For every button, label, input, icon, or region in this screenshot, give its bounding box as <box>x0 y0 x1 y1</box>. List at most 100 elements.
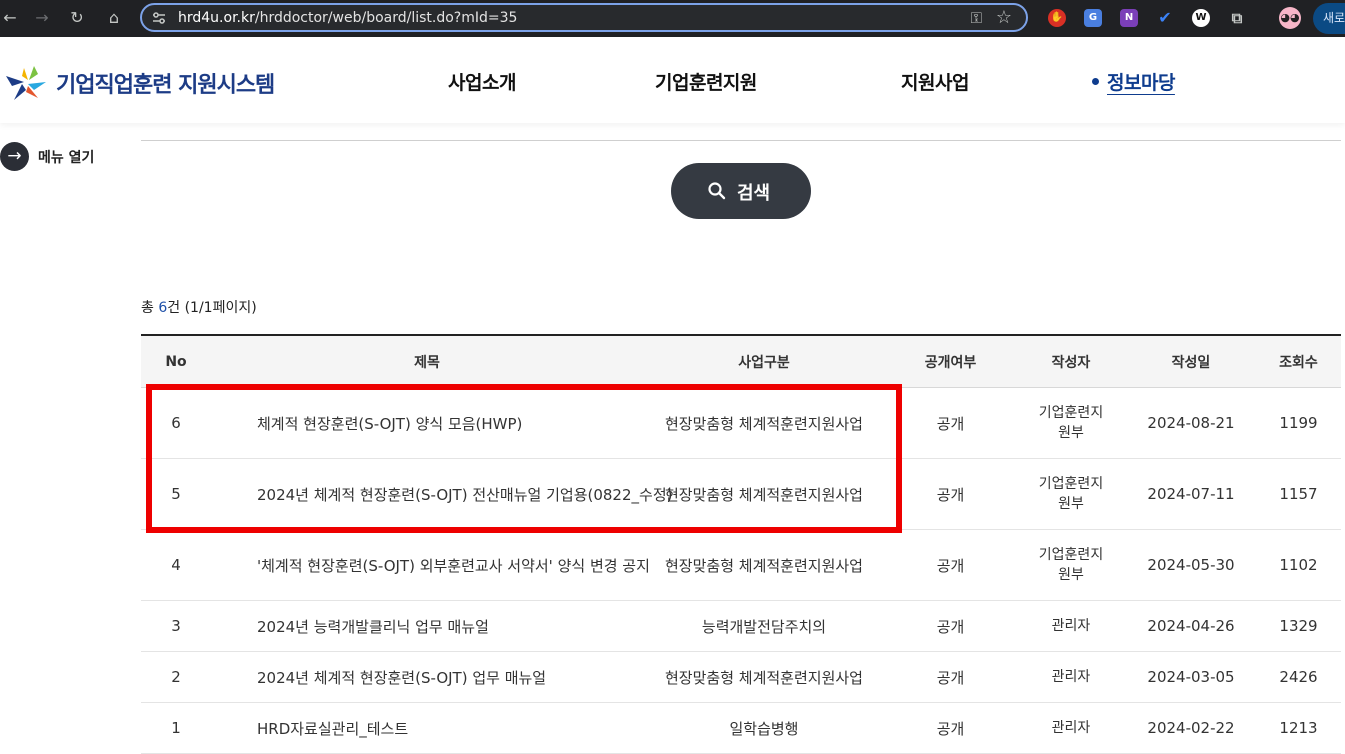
row-writer-line2: 원부 <box>1058 567 1084 583</box>
table-row[interactable]: 6 체계적 현장훈련(S-OJT) 양식 모음(HWP) 현장맞춤형 체계적훈련… <box>141 387 1341 459</box>
url-host: hrd4u.or.kr <box>178 10 255 26</box>
row-title-link[interactable]: 2024년 체계적 현장훈련(S-OJT) 전산매뉴얼 기업용(0822_수정) <box>211 458 672 530</box>
row-writer: 기업훈련지원부 <box>1016 529 1126 601</box>
row-writer: 기업훈련지원부 <box>1016 387 1126 459</box>
row-writer: 기업훈련지원부 <box>1016 458 1126 530</box>
row-business: 현장맞춤형 체계적훈련지원사업 <box>643 387 885 459</box>
result-count: 6 <box>158 300 168 316</box>
col-header-business: 사업구분 <box>643 334 885 388</box>
result-summary: 총 6건 (1/1페이지) <box>141 297 257 317</box>
col-header-date: 작성일 <box>1126 334 1256 388</box>
extension-check-icon[interactable]: ✔ <box>1156 9 1174 27</box>
col-header-views: 조회수 <box>1256 334 1341 388</box>
logo-icon[interactable] <box>4 62 48 102</box>
board-table: No 제목 사업구분 공개여부 작성자 작성일 조회수 6 체계적 현장훈련(S… <box>141 334 1341 754</box>
row-no: 2 <box>141 651 211 703</box>
row-open: 공개 <box>885 651 1016 703</box>
row-title-link[interactable]: HRD자료실관리_테스트 <box>211 702 643 754</box>
row-writer-line2: 원부 <box>1058 425 1084 441</box>
row-open: 공개 <box>885 702 1016 754</box>
extension-onenote-icon[interactable]: N <box>1120 9 1138 27</box>
nav-business-intro[interactable]: 사업소개 <box>448 68 516 95</box>
col-header-no: No <box>141 334 211 388</box>
row-title-link[interactable]: '체계적 현장훈련(S-OJT) 외부훈련교사 서약서' 양식 변경 공지 <box>211 529 650 601</box>
row-writer-line1: 기업훈련지 <box>1038 547 1104 563</box>
row-no: 6 <box>141 387 211 459</box>
extension-shield-icon[interactable]: ✋ <box>1048 9 1066 27</box>
reload-icon[interactable]: ↻ <box>67 8 87 28</box>
table-row[interactable]: 4 '체계적 현장훈련(S-OJT) 외부훈련교사 서약서' 양식 변경 공지 … <box>141 529 1341 601</box>
row-writer: 관리자 <box>1016 702 1126 754</box>
divider <box>141 140 1341 141</box>
home-icon[interactable]: ⌂ <box>104 8 124 28</box>
forward-icon[interactable]: → <box>32 8 52 28</box>
profile-avatar[interactable]: ◕◕ <box>1279 7 1301 29</box>
row-no: 4 <box>141 529 211 601</box>
row-date: 2024-03-05 <box>1126 651 1256 703</box>
row-title-link[interactable]: 2024년 능력개발클리닉 업무 매뉴얼 <box>211 600 643 652</box>
row-date: 2024-08-21 <box>1126 387 1256 459</box>
row-views: 1199 <box>1256 387 1341 459</box>
browser-toolbar: ← → ↻ ⌂ hrd4u.or.kr/hrddoctor/web/board/… <box>0 0 1345 37</box>
row-writer-line2: 원부 <box>1058 496 1084 512</box>
back-icon[interactable]: ← <box>0 8 20 28</box>
col-header-title: 제목 <box>211 334 643 388</box>
url-path: /hrddoctor/web/board/list.do?mId=35 <box>254 10 518 26</box>
extensions-puzzle-icon[interactable]: ⧉ <box>1228 9 1246 27</box>
table-row[interactable]: 3 2024년 능력개발클리닉 업무 매뉴얼 능력개발전담주치의 공개 관리자 … <box>141 600 1341 652</box>
search-button-label: 검색 <box>737 183 771 203</box>
row-date: 2024-02-22 <box>1126 702 1256 754</box>
row-date: 2024-07-11 <box>1126 458 1256 530</box>
address-bar[interactable]: hrd4u.or.kr/hrddoctor/web/board/list.do?… <box>140 3 1028 32</box>
row-title-link[interactable]: 체계적 현장훈련(S-OJT) 양식 모음(HWP) <box>211 387 643 459</box>
search-icon <box>708 182 726 200</box>
row-writer: 관리자 <box>1016 651 1126 703</box>
nav-company-training[interactable]: 기업훈련지원 <box>655 68 757 95</box>
table-row[interactable]: 2 2024년 체계적 현장훈련(S-OJT) 업무 매뉴얼 현장맞춤형 체계적… <box>141 651 1341 703</box>
nav-information[interactable]: 정보마당 <box>1092 68 1175 95</box>
nav-information-label: 정보마당 <box>1107 72 1175 94</box>
row-open: 공개 <box>885 387 1016 459</box>
row-open: 공개 <box>885 600 1016 652</box>
row-views: 1329 <box>1256 600 1341 652</box>
active-dot-icon <box>1092 78 1099 85</box>
site-header: 기업직업훈련 지원시스템 사업소개 기업훈련지원 지원사업 정보마당 <box>0 37 1345 123</box>
row-no: 5 <box>141 458 211 530</box>
table-row[interactable]: 1 HRD자료실관리_테스트 일학습병행 공개 관리자 2024-02-22 1… <box>141 702 1341 754</box>
nav-support-projects[interactable]: 지원사업 <box>901 68 969 95</box>
col-header-writer: 작성자 <box>1016 334 1126 388</box>
summary-suffix: 건 (1/1페이지) <box>167 300 257 316</box>
bookmark-star-icon[interactable]: ☆ <box>996 7 1012 28</box>
row-writer-line1: 기업훈련지 <box>1038 476 1104 492</box>
table-header-row: No 제목 사업구분 공개여부 작성자 작성일 조회수 <box>141 334 1341 388</box>
url-text[interactable]: hrd4u.or.kr/hrddoctor/web/board/list.do?… <box>178 10 517 26</box>
row-business: 현장맞춤형 체계적훈련지원사업 <box>643 651 885 703</box>
row-views: 1102 <box>1256 529 1341 601</box>
extension-w-icon[interactable]: W <box>1192 9 1210 27</box>
row-business: 능력개발전담주치의 <box>643 600 885 652</box>
row-open: 공개 <box>885 529 1016 601</box>
row-date: 2024-04-26 <box>1126 600 1256 652</box>
row-open: 공개 <box>885 458 1016 530</box>
row-business: 일학습병행 <box>643 702 885 754</box>
row-no: 1 <box>141 702 211 754</box>
col-header-open: 공개여부 <box>885 334 1016 388</box>
row-business: 현장맞춤형 체계적훈련지원사업 <box>643 458 885 530</box>
row-writer-line1: 기업훈련지 <box>1038 405 1104 421</box>
row-date: 2024-05-30 <box>1126 529 1256 601</box>
row-views: 2426 <box>1256 651 1341 703</box>
search-button[interactable]: 검색 <box>671 163 811 219</box>
site-logo-text[interactable]: 기업직업훈련 지원시스템 <box>56 67 275 99</box>
site-info-icon[interactable] <box>152 11 166 25</box>
password-key-icon[interactable]: ⚿ <box>971 9 982 27</box>
menu-open-label: 메뉴 열기 <box>38 150 95 166</box>
row-business: 현장맞춤형 체계적훈련지원사업 <box>643 529 885 601</box>
extension-translate-icon[interactable]: G <box>1084 9 1102 27</box>
arrow-right-icon: → <box>0 142 29 171</box>
row-no: 3 <box>141 600 211 652</box>
row-views: 1213 <box>1256 702 1341 754</box>
new-tab-button[interactable]: 새로 <box>1313 3 1345 34</box>
row-views: 1157 <box>1256 458 1341 530</box>
row-title-link[interactable]: 2024년 체계적 현장훈련(S-OJT) 업무 매뉴얼 <box>211 651 643 703</box>
table-row[interactable]: 5 2024년 체계적 현장훈련(S-OJT) 전산매뉴얼 기업용(0822_수… <box>141 458 1341 530</box>
